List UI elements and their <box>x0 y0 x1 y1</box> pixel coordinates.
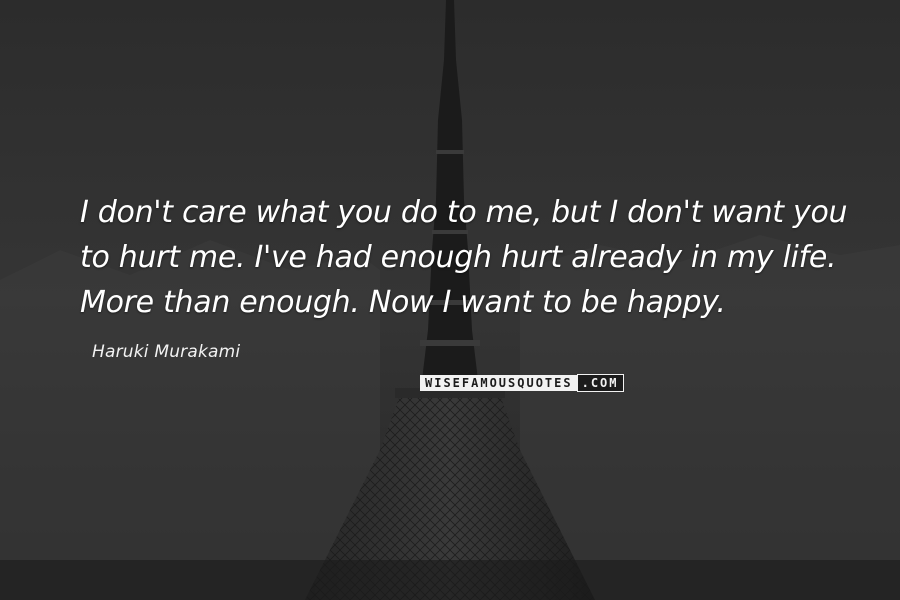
site-watermark: WISEFAMOUSQUOTES .COM <box>420 374 624 392</box>
quote-text: I don't care what you do to me, but I do… <box>80 195 848 320</box>
watermark-suffix: .COM <box>576 374 624 392</box>
city-foreground <box>0 560 900 600</box>
quote-author: Haruki Murakami <box>92 342 241 362</box>
watermark-main: WISEFAMOUSQUOTES <box>420 375 577 391</box>
quote-card: I don't care what you do to me, but I do… <box>0 0 900 600</box>
